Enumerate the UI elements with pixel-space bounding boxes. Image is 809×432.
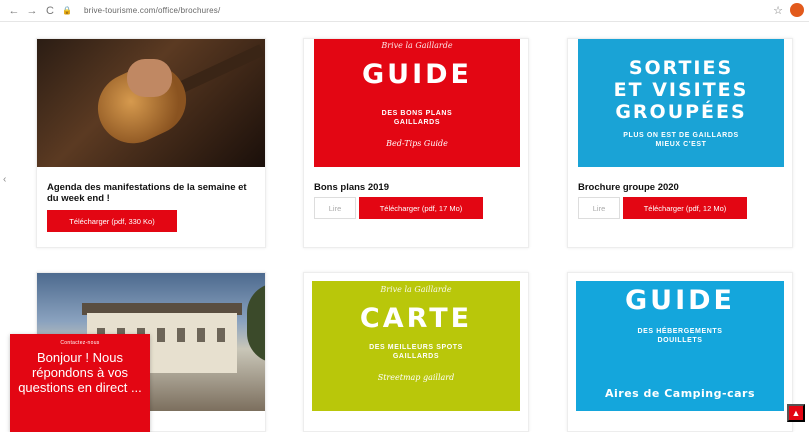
reload-icon[interactable]: C (44, 5, 56, 17)
carte-cover: Brive la Gaillarde CARTE DES MEILLEURS S… (312, 281, 520, 411)
read-button[interactable]: Lire (578, 197, 620, 219)
read-button[interactable]: Lire (314, 197, 356, 219)
page-content: ‹ Agenda des manifestations de la semain… (0, 22, 809, 432)
live-chat-widget[interactable]: Contactez-nous Bonjour ! Nous répondons … (10, 334, 150, 432)
chat-label: Contactez-nous (60, 340, 100, 346)
download-button[interactable]: Télécharger (pdf, 330 Ko) (47, 210, 177, 232)
window-shape (197, 328, 205, 342)
cover-script: Streetmap gaillard (377, 373, 455, 382)
cover-subtitle: PLUS ON EST DE GAILLARDS MIEUX C'EST (623, 132, 739, 148)
cover-script: Bed-Tips Guide (386, 139, 448, 148)
chat-message: Bonjour ! Nous répondons à vos questions… (18, 350, 142, 395)
tree-shape (247, 283, 265, 363)
brochure-card-groupes: SORTIES ET VISITES GROUPÉES PLUS ON EST … (567, 38, 793, 248)
window-shape (217, 328, 225, 342)
forward-icon[interactable]: → (26, 5, 38, 17)
card-title: Agenda des manifestations de la semaine … (47, 182, 247, 204)
scroll-to-top-button[interactable]: ▲ (787, 404, 805, 422)
guitar-photo (37, 39, 265, 167)
brochure-card-carte: Brive la Gaillarde CARTE DES MEILLEURS S… (303, 272, 529, 432)
back-icon[interactable]: ← (8, 5, 20, 17)
cover-subtitle: DES HÉBERGEMENTS DOUILLETS (637, 328, 723, 344)
hand-shape (127, 59, 172, 97)
window-shape (157, 328, 165, 342)
download-button[interactable]: Télécharger (pdf, 12 Mo) (623, 197, 747, 219)
cover-title: GUIDE (625, 285, 735, 316)
brochure-card-agenda: Agenda des manifestations de la semaine … (36, 38, 266, 248)
download-button[interactable]: Télécharger (pdf, 17 Mo) (359, 197, 483, 219)
side-arrow-icon[interactable]: ‹ (3, 174, 6, 185)
card-title: Bons plans 2019 (314, 182, 389, 193)
address-bar[interactable]: brive-tourisme.com/office/brochures/ (84, 6, 220, 15)
cover-title-line-3: GROUPÉES (615, 101, 747, 123)
cover-arc-text: Brive la Gaillarde (381, 41, 453, 50)
profile-avatar[interactable] (790, 3, 804, 17)
cover-title-line-1: SORTIES (628, 57, 734, 79)
cover-title: CARTE (359, 303, 473, 334)
guide-cover: Brive la Gaillarde GUIDE DES BONS PLANS … (314, 39, 520, 167)
cover-title: GUIDE (362, 59, 472, 90)
card-title: Brochure groupe 2020 (578, 182, 679, 193)
cover-subtitle: DES MEILLEURS SPOTS GAILLARDS (369, 344, 463, 360)
cover-footer: Aires de Camping-cars (605, 387, 755, 400)
groupes-cover: SORTIES ET VISITES GROUPÉES PLUS ON EST … (578, 39, 784, 167)
window-shape (177, 328, 185, 342)
browser-toolbar: ← → C 🔒 brive-tourisme.com/office/brochu… (0, 0, 809, 22)
brochure-card-hebergements: GUIDE DES HÉBERGEMENTS DOUILLETS Aires d… (567, 272, 793, 432)
bookmark-star-icon[interactable]: ☆ (773, 4, 783, 17)
brochure-card-bons-plans: Brive la Gaillarde GUIDE DES BONS PLANS … (303, 38, 529, 248)
lock-icon: 🔒 (62, 6, 72, 15)
cover-subtitle: DES BONS PLANS GAILLARDS (381, 110, 453, 126)
hebergements-cover: GUIDE DES HÉBERGEMENTS DOUILLETS Aires d… (576, 281, 784, 411)
cover-title-line-2: ET VISITES (613, 79, 749, 101)
cover-arc-text: Brive la Gaillarde (380, 285, 452, 294)
